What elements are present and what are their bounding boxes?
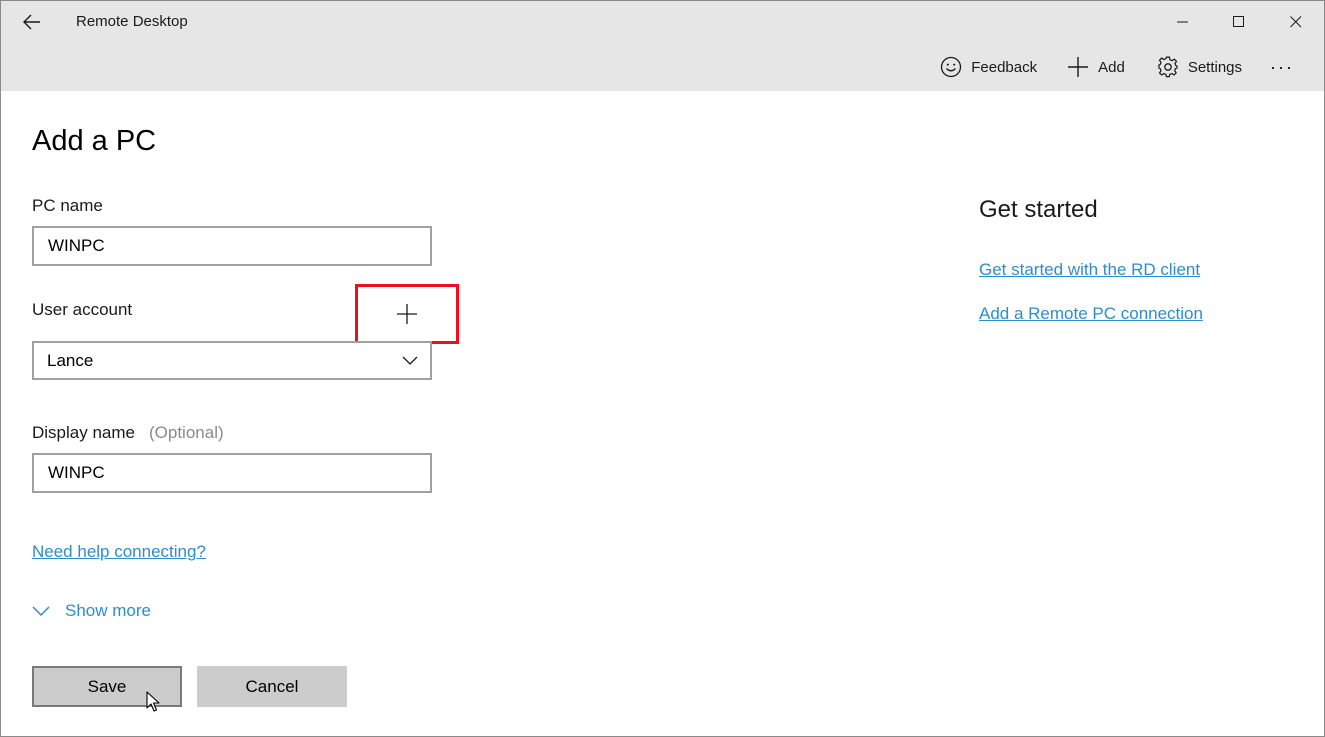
get-started-rd-client-link[interactable]: Get started with the RD client bbox=[979, 260, 1200, 280]
minimize-icon bbox=[1177, 21, 1188, 23]
back-button[interactable] bbox=[13, 5, 51, 39]
user-account-value: Lance bbox=[47, 350, 94, 370]
plus-icon bbox=[1068, 57, 1089, 77]
close-button[interactable] bbox=[1268, 3, 1324, 41]
app-title: Remote Desktop bbox=[76, 13, 188, 30]
show-more-toggle[interactable]: Show more bbox=[32, 601, 151, 621]
add-label: Add bbox=[1098, 58, 1125, 76]
get-started-title: Get started bbox=[979, 196, 1098, 223]
display-name-label: Display name (Optional) bbox=[32, 423, 224, 443]
help-connecting-link[interactable]: Need help connecting? bbox=[32, 542, 206, 562]
settings-label: Settings bbox=[1187, 58, 1243, 76]
feedback-button[interactable]: Feedback bbox=[930, 51, 1047, 83]
remote-desktop-window: Remote Desktop Feedback Add Settings ···… bbox=[0, 0, 1325, 737]
add-remote-pc-link[interactable]: Add a Remote PC connection bbox=[979, 304, 1203, 324]
smiley-icon bbox=[941, 56, 962, 78]
back-arrow-icon bbox=[23, 14, 40, 30]
add-button[interactable]: Add bbox=[1057, 51, 1135, 83]
more-options-button[interactable]: ··· bbox=[1252, 57, 1302, 78]
gear-icon bbox=[1158, 56, 1178, 78]
user-account-label: User account bbox=[32, 300, 133, 319]
optional-hint: (Optional) bbox=[149, 423, 224, 442]
show-more-label: Show more bbox=[65, 601, 151, 620]
chevron-down-icon bbox=[390, 343, 430, 378]
add-user-account-button[interactable] bbox=[355, 284, 459, 344]
close-icon bbox=[1290, 16, 1302, 28]
minimize-button[interactable] bbox=[1155, 3, 1211, 41]
maximize-icon bbox=[1233, 16, 1244, 27]
title-bar: Remote Desktop Feedback Add Settings ··· bbox=[1, 1, 1324, 91]
command-bar: Feedback Add Settings ··· bbox=[930, 51, 1302, 83]
pc-name-input[interactable] bbox=[32, 226, 432, 266]
cancel-button[interactable]: Cancel bbox=[197, 666, 347, 707]
display-name-label-text: Display name bbox=[32, 423, 135, 442]
mouse-pointer-icon bbox=[146, 691, 160, 712]
user-account-dropdown[interactable]: Lance bbox=[32, 341, 432, 380]
page-title: Add a PC bbox=[32, 125, 157, 157]
display-name-input[interactable] bbox=[32, 453, 432, 493]
settings-button[interactable]: Settings bbox=[1147, 51, 1252, 83]
chevron-down-icon bbox=[32, 605, 50, 616]
plus-icon bbox=[397, 304, 417, 324]
pc-name-label: PC name bbox=[32, 196, 103, 215]
maximize-button[interactable] bbox=[1211, 3, 1267, 41]
feedback-label: Feedback bbox=[971, 58, 1038, 76]
